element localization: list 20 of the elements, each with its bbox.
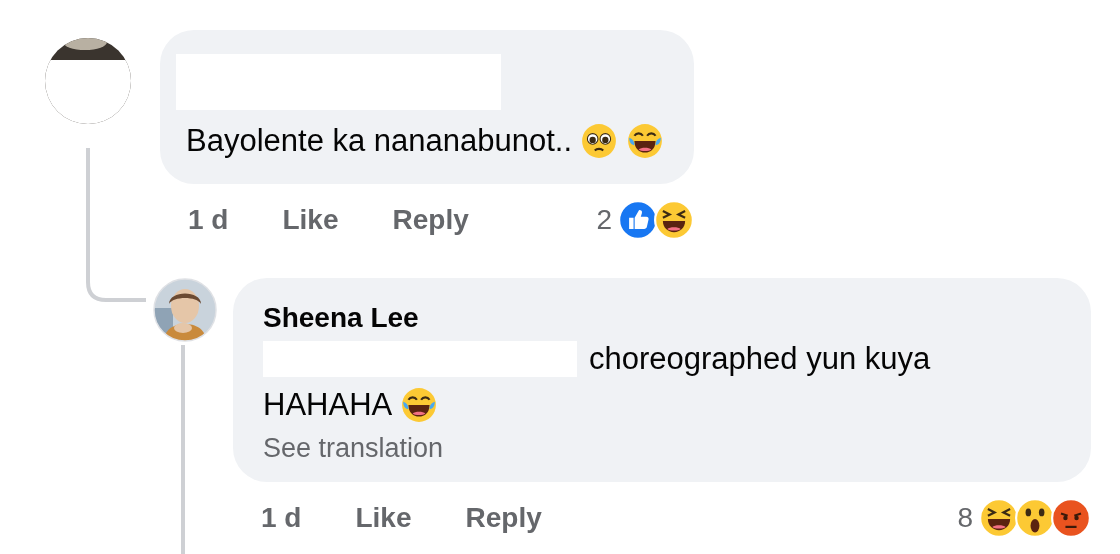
like-link[interactable]: Like <box>355 502 412 534</box>
pleading-face-icon <box>580 122 619 160</box>
like-link[interactable]: Like <box>282 204 339 236</box>
see-translation-link[interactable]: See translation <box>263 428 444 468</box>
laughing-face-icon <box>654 200 695 240</box>
tears-of-joy-icon <box>400 386 439 424</box>
laughing-face-icon <box>979 498 1019 538</box>
author-name[interactable]: Sheena Lee <box>263 300 419 336</box>
reaction-count: 2 <box>596 204 613 236</box>
comment-text: Bayolente ka nananabunot.. <box>186 122 573 160</box>
tears-of-joy-icon <box>626 122 665 160</box>
comment-time: 1 d <box>261 502 302 534</box>
comment-text: HAHAHA <box>263 386 393 424</box>
reply-link[interactable]: Reply <box>465 502 542 534</box>
surprised-face-icon <box>1015 498 1055 538</box>
comment-text: choreographed yun kuya <box>589 340 931 378</box>
reply-link[interactable]: Reply <box>392 204 469 236</box>
comment-time: 1 d <box>188 204 229 236</box>
reaction-count: 8 <box>957 502 973 534</box>
angry-face-icon <box>1051 498 1091 538</box>
